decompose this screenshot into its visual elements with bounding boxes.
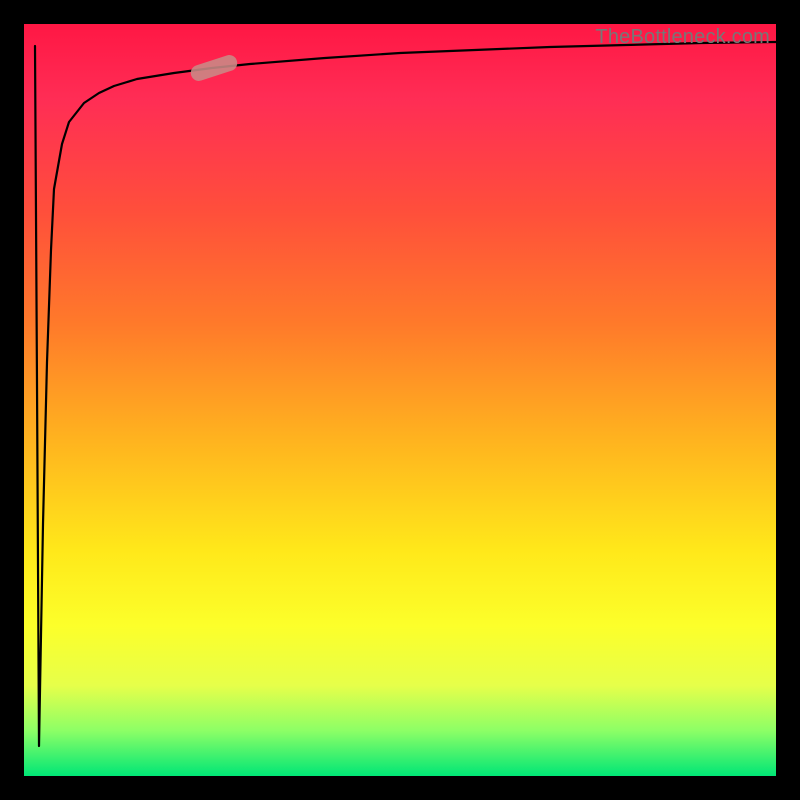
curve-layer bbox=[24, 24, 776, 776]
plot-area: TheBottleneck.com bbox=[24, 24, 776, 776]
bottleneck-curve bbox=[35, 42, 776, 746]
watermark-text: TheBottleneck.com bbox=[595, 26, 770, 49]
curve-marker bbox=[189, 53, 240, 83]
chart-frame: TheBottleneck.com bbox=[0, 0, 800, 800]
